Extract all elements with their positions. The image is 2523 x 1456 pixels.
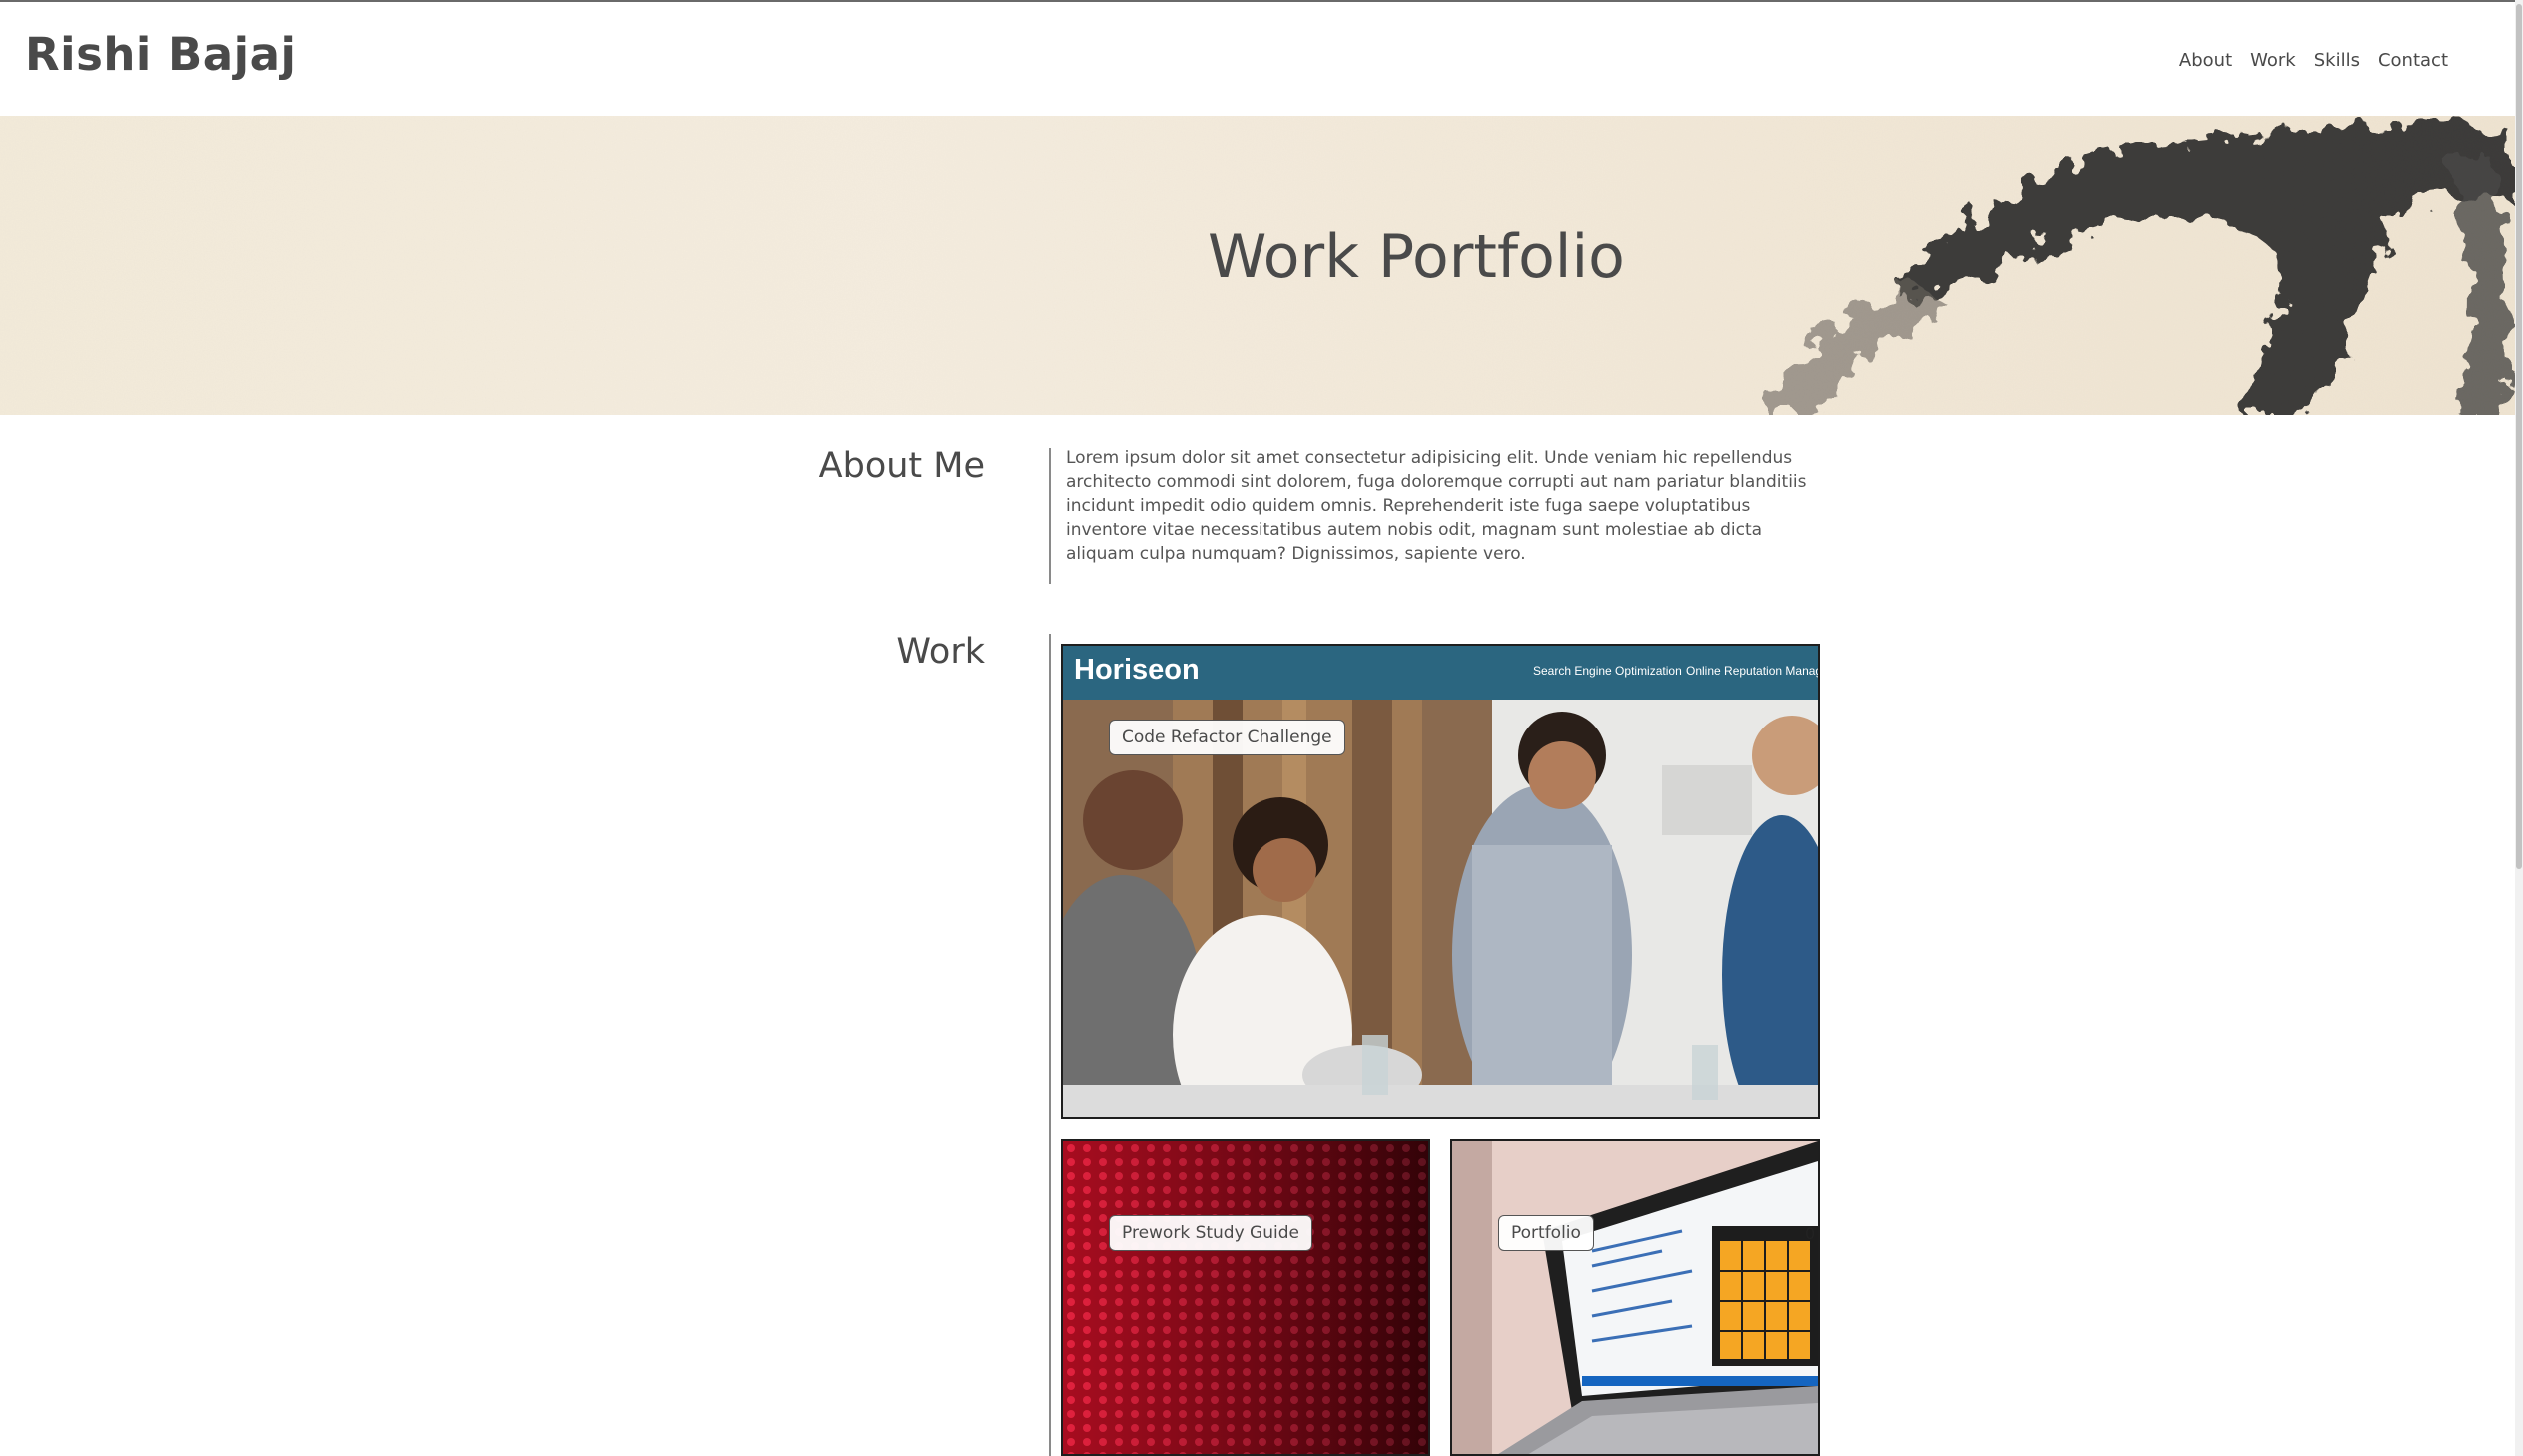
horiseon-logo: Horiseon [1074, 654, 1200, 686]
calculator-display: 0 [1805, 1224, 1816, 1243]
about-heading: About Me [818, 446, 985, 486]
work-divider [1049, 634, 1051, 1456]
project-screenshot-led-wall [1063, 1141, 1428, 1454]
project-screenshot-horiseon [1063, 646, 1818, 1117]
nav-link-about[interactable]: About [2179, 50, 2232, 71]
project-card-code-refactor[interactable]: Horiseon Search Engine Optimization Onli… [1061, 644, 1820, 1119]
page-scrollbar[interactable] [2515, 0, 2523, 1456]
horiseon-nav-seo: Search Engine Optimization [1533, 664, 1682, 678]
about-divider [1049, 448, 1051, 584]
main-nav: About Work Skills Contact [2179, 50, 2448, 71]
project-card-prework[interactable]: Prework Study Guide [1061, 1139, 1430, 1456]
nav-link-skills[interactable]: Skills [2314, 50, 2360, 71]
project-screenshot-laptop [1452, 1141, 1818, 1454]
work-heading: Work [896, 632, 985, 672]
site-brand[interactable]: Rishi Bajaj [25, 28, 296, 81]
project-label-portfolio[interactable]: Portfolio [1498, 1215, 1594, 1251]
hero-title: Work Portfolio [1208, 222, 1625, 292]
site-header: Rishi Bajaj About Work Skills Contact [0, 2, 2515, 116]
project-card-portfolio[interactable]: 0 Portfolio [1450, 1139, 1820, 1456]
nav-link-contact[interactable]: Contact [2378, 50, 2448, 71]
project-label-code-refactor[interactable]: Code Refactor Challenge [1109, 720, 1345, 755]
about-text: Lorem ipsum dolor sit amet consectetur a… [1066, 448, 1807, 564]
hero-banner: Work Portfolio [0, 116, 2515, 415]
nav-link-work[interactable]: Work [2250, 50, 2296, 71]
scrollbar-thumb[interactable] [2516, 4, 2522, 869]
horiseon-nav-orm: Online Reputation Managem [1686, 664, 1818, 678]
project-label-prework[interactable]: Prework Study Guide [1109, 1215, 1312, 1251]
